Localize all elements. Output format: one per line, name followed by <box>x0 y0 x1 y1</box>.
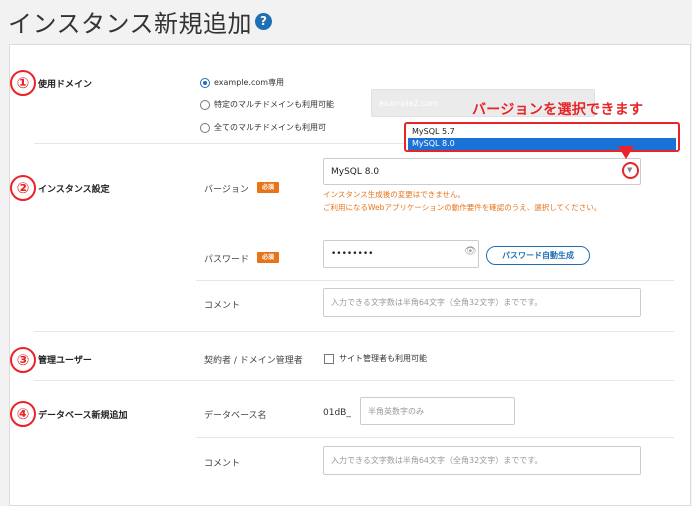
version-label: バージョン <box>204 185 249 195</box>
password-generate-button[interactable]: パスワード自動生成 <box>486 246 590 265</box>
database-comment-label: コメント <box>204 459 241 469</box>
section-label-instance: インスタンス設定 <box>38 185 110 195</box>
version-select[interactable]: MySQL 8.0 <box>323 158 641 185</box>
divider <box>34 331 674 332</box>
radio-label-domain-all: 全てのマルチドメインも利用可 <box>214 123 326 132</box>
password-input-value: •••••••• <box>331 249 374 259</box>
password-label: パスワード <box>204 255 250 265</box>
password-input[interactable]: •••••••• <box>323 240 479 268</box>
required-badge: 必須 <box>257 252 279 263</box>
help-icon[interactable]: ? <box>255 13 272 30</box>
site-admin-checkbox-label: サイト管理者も利用可能 <box>339 354 427 363</box>
eye-icon[interactable]: 👁 <box>464 246 477 257</box>
radio-domain-all[interactable] <box>200 123 210 133</box>
radio-domain-specific[interactable] <box>200 100 210 110</box>
version-notice-1: インスタンス生成後の変更はできません。 <box>323 190 465 199</box>
version-select-value: MySQL 8.0 <box>331 166 380 177</box>
database-name-label: データベース名 <box>204 411 267 421</box>
page-title: インスタンス新規追加 <box>8 10 253 38</box>
instance-comment-input[interactable]: 入力できる文字数は半角64文字（全角32文字）までです。 <box>323 288 641 317</box>
admin-user-field-label: 契約者 / ドメイン管理者 <box>204 356 303 366</box>
radio-label-domain-exclusive: example.com専用 <box>214 78 285 87</box>
section-number-2: ② <box>10 175 36 201</box>
divider <box>196 437 674 438</box>
divider <box>34 380 674 381</box>
required-badge: 必須 <box>257 182 279 193</box>
version-notice-2: ご利用になるWebアプリケーションの動作要件を確認のうえ、選択してください。 <box>323 203 602 212</box>
section-number-3: ③ <box>10 347 36 373</box>
section-label-admin-user: 管理ユーザー <box>38 356 92 366</box>
section-number-4: ④ <box>10 401 36 427</box>
callout-arrow <box>618 146 634 159</box>
database-name-prefix: 01dB_ <box>323 408 351 418</box>
instance-comment-label: コメント <box>204 301 241 311</box>
database-comment-input[interactable]: 入力できる文字数は半角64文字（全角32文字）までです。 <box>323 446 641 475</box>
section-label-domain: 使用ドメイン <box>38 80 93 90</box>
database-name-input[interactable]: 半角英数字のみ <box>360 397 515 425</box>
radio-domain-exclusive[interactable] <box>200 78 210 88</box>
section-number-1: ① <box>10 70 36 96</box>
site-admin-checkbox[interactable] <box>324 354 334 364</box>
divider <box>196 280 674 281</box>
radio-label-domain-specific: 特定のマルチドメインも利用可能 <box>214 100 334 109</box>
section-label-database: データベース新規追加 <box>38 411 128 421</box>
version-option-5-7[interactable]: MySQL 5.7 <box>408 126 676 138</box>
version-callout: バージョンを選択できます <box>472 102 644 118</box>
